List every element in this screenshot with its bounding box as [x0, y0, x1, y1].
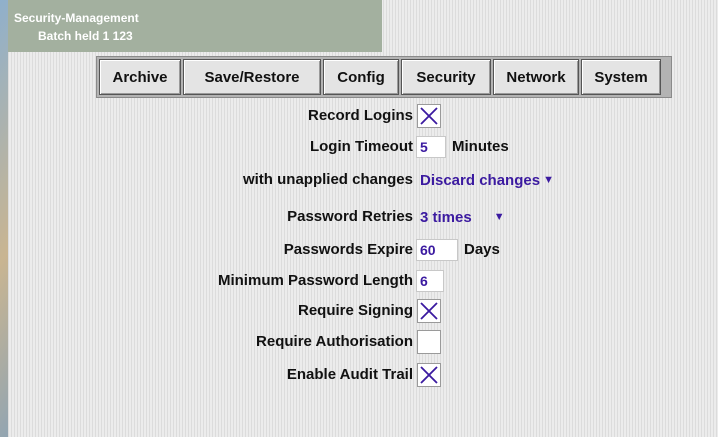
require-authorisation-row: Require Authorisation [0, 330, 413, 354]
min-password-length-label: Minimum Password Length [217, 272, 413, 289]
login-timeout-unit: Minutes [452, 138, 509, 155]
login-timeout-row: Login Timeout [0, 135, 413, 159]
record-logins-label: Record Logins [307, 107, 413, 124]
x-check-icon [420, 366, 438, 384]
password-retries-dropdown[interactable]: 3 times ▼ [416, 204, 528, 230]
tab-system[interactable]: System [581, 59, 661, 95]
login-timeout-label: Login Timeout [309, 138, 413, 155]
enable-audit-trail-row: Enable Audit Trail [0, 363, 413, 387]
tab-config[interactable]: Config [323, 59, 399, 95]
tab-security[interactable]: Security [401, 59, 491, 95]
enable-audit-trail-label: Enable Audit Trail [286, 366, 413, 383]
window-subtitle: Batch held 1 123 [38, 29, 133, 43]
require-authorisation-checkbox[interactable] [417, 330, 441, 354]
record-logins-row: Record Logins [0, 104, 413, 128]
enable-audit-trail-checkbox[interactable] [417, 363, 441, 387]
title-bar: Security-Management Batch held 1 123 [8, 0, 382, 52]
unapplied-changes-label: with unapplied changes [242, 171, 413, 188]
require-signing-checkbox[interactable] [417, 299, 441, 323]
min-password-length-input[interactable]: 6 [416, 270, 444, 292]
require-signing-label: Require Signing [297, 302, 413, 319]
record-logins-checkbox[interactable] [417, 104, 441, 128]
passwords-expire-row: Passwords Expire [0, 238, 413, 262]
require-signing-row: Require Signing [0, 299, 413, 323]
require-authorisation-label: Require Authorisation [256, 333, 413, 350]
x-check-icon [420, 107, 438, 125]
window-title: Security-Management [14, 11, 139, 25]
triangle-down-icon: ▼ [543, 174, 554, 186]
tab-save-restore[interactable]: Save/Restore [183, 59, 321, 95]
passwords-expire-label: Passwords Expire [283, 241, 413, 258]
passwords-expire-input[interactable]: 60 [416, 239, 458, 261]
x-check-icon [420, 302, 438, 320]
unapplied-changes-value: Discard changes [420, 171, 541, 189]
triangle-down-icon: ▼ [493, 211, 505, 223]
password-retries-label: Password Retries [287, 208, 413, 225]
tab-network[interactable]: Network [493, 59, 579, 95]
tab-bar: Archive Save/Restore Config Security Net… [96, 56, 672, 98]
unapplied-changes-dropdown[interactable]: Discard changes ▼ [416, 167, 596, 193]
password-retries-value: 3 times [420, 208, 472, 226]
tab-archive[interactable]: Archive [99, 59, 181, 95]
password-retries-row: Password Retries [0, 205, 413, 229]
login-timeout-input[interactable]: 5 [416, 136, 446, 158]
min-password-length-row: Minimum Password Length [0, 269, 413, 293]
unapplied-changes-row: with unapplied changes [0, 168, 413, 192]
passwords-expire-unit: Days [464, 241, 500, 258]
